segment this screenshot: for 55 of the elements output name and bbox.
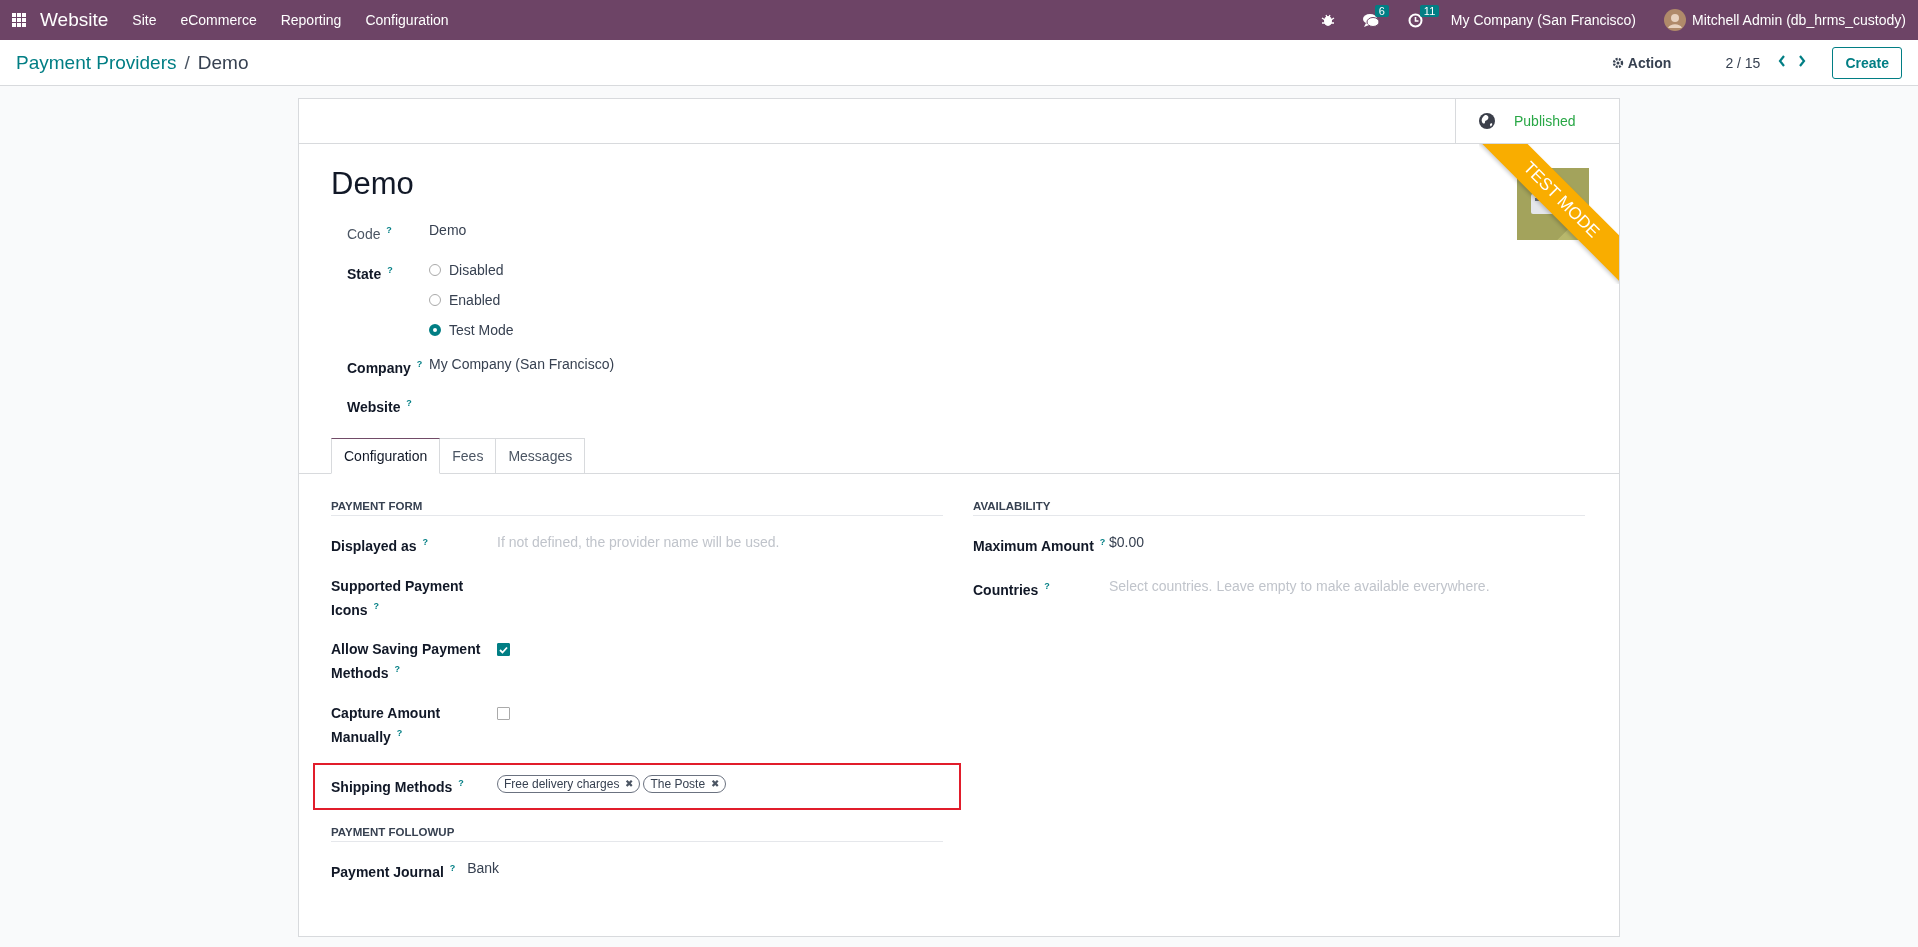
field-label: Capture Amount Manually $^{?}$ <box>331 703 442 747</box>
tag[interactable]: Free delivery charges ✖ <box>497 774 641 793</box>
breadcrumb-link[interactable]: Payment Providers <box>16 51 177 74</box>
breadcrumb-separator: / <box>184 51 190 74</box>
record-title: Demo <box>331 166 414 202</box>
field-label: Countries $^{?}$ <box>973 579 1051 600</box>
app-name[interactable]: Website <box>40 9 109 31</box>
checkbox[interactable] <box>497 643 510 657</box>
apps-menu-icon[interactable] <box>12 13 26 27</box>
tab[interactable]: Configuration <box>331 437 441 474</box>
tab[interactable]: Messages <box>496 437 586 474</box>
action-menu[interactable]: Action <box>1605 53 1678 72</box>
count-badge: 11 <box>1419 4 1440 17</box>
section-heading: PAYMENT FORM <box>331 499 943 516</box>
chevron-left-icon <box>1778 55 1787 67</box>
field-value[interactable]: My Company (San Francisco) <box>429 355 615 372</box>
field-label: Supported Payment Icons $^{?}$ <box>331 576 465 620</box>
menu-item[interactable]: eCommerce <box>180 12 257 28</box>
field-label: Payment Journal $^{?}$ <box>331 862 456 882</box>
field-value[interactable]: Demo <box>429 222 467 238</box>
pager-value: 2 / 15 <box>1725 54 1761 71</box>
field-label: State $^{?}$ <box>347 263 394 284</box>
menu-item[interactable]: Configuration <box>365 12 449 28</box>
tag[interactable]: The Poste ✖ <box>643 774 727 793</box>
section-heading: PAYMENT FOLLOWUP <box>331 826 943 843</box>
field-label: Shipping Methods $^{?}$ <box>331 776 465 797</box>
field-label: Company $^{?}$ <box>347 357 424 378</box>
radio-label: Enabled <box>449 291 501 308</box>
field-label: Displayed as $^{?}$ <box>331 535 429 556</box>
avatar-icon[interactable] <box>1664 9 1686 31</box>
clock-icon[interactable] <box>1407 12 1423 28</box>
field-label: Code $^{?}$ <box>347 224 393 244</box>
tab[interactable]: Fees <box>440 437 497 474</box>
breadcrumb-current: Demo <box>197 51 249 74</box>
company-switcher[interactable]: My Company (San Francisco) <box>1450 12 1636 28</box>
field-label: Allow Saving Payment Methods $^{?}$ <box>331 640 482 683</box>
field-label: Website $^{?}$ <box>347 397 413 417</box>
radio-button[interactable] <box>429 323 441 336</box>
field-value[interactable]: Bank <box>467 860 500 877</box>
checkbox[interactable] <box>497 706 510 720</box>
globe-icon <box>1478 112 1496 130</box>
radio-label: Test Mode <box>449 321 514 338</box>
menu-item[interactable]: Site <box>132 12 157 28</box>
user-menu[interactable]: Mitchell Admin (db_hrms_custody) <box>1692 12 1906 28</box>
chat-icon[interactable] <box>1362 12 1380 28</box>
count-badge: 6 <box>1374 4 1389 17</box>
field-label: Maximum Amount $^{?}$ <box>973 535 1107 556</box>
menu-item[interactable]: Reporting <box>280 12 342 28</box>
radio-label: Disabled <box>449 261 504 278</box>
bug-icon[interactable] <box>1320 13 1335 27</box>
chevron-right-icon <box>1798 55 1807 67</box>
section-heading: AVAILABILITY <box>973 499 1585 516</box>
field-value[interactable]: $0.00 <box>1109 533 1145 550</box>
gear-icon <box>1611 56 1624 69</box>
create-button[interactable]: Create <box>1832 46 1902 79</box>
